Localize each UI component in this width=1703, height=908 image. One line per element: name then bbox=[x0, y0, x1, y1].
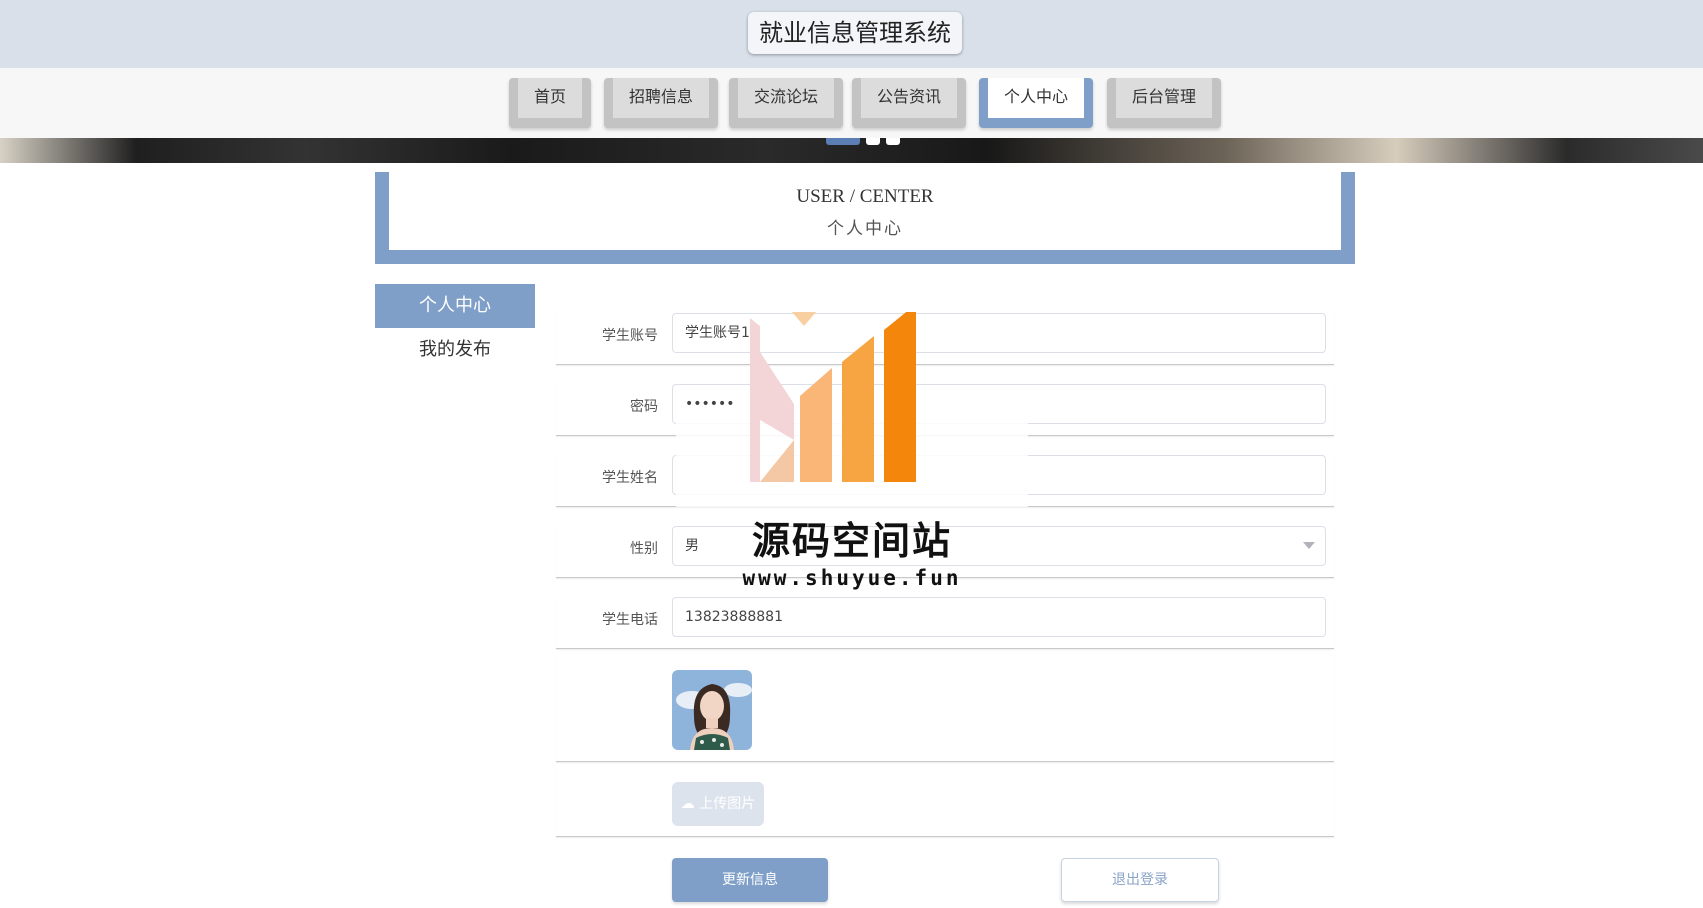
nav-tab-home[interactable]: 首页 bbox=[509, 78, 591, 128]
carousel-indicators bbox=[826, 138, 906, 147]
password-label: 密码 bbox=[630, 399, 658, 415]
section-title-cn: 个人中心 bbox=[827, 219, 903, 239]
chevron-down-icon bbox=[1303, 542, 1315, 549]
cloud-upload-icon: ☁ bbox=[680, 796, 695, 812]
nav-tab-jobs[interactable]: 招聘信息 bbox=[604, 78, 718, 128]
nav-tab-label: 招聘信息 bbox=[613, 78, 709, 118]
account-input[interactable]: 学生账号1 bbox=[672, 313, 1326, 353]
section-title-box: USER / CENTER 个人中心 bbox=[375, 172, 1355, 264]
nav-tab-label: 后台管理 bbox=[1116, 78, 1212, 118]
nav-tab-admin[interactable]: 后台管理 bbox=[1107, 78, 1221, 128]
upload-button[interactable]: ☁ 上传图片 bbox=[672, 782, 764, 826]
name-label: 学生姓名 bbox=[602, 470, 658, 486]
section-title-en: USER / CENTER bbox=[796, 186, 934, 207]
account-label: 学生账号 bbox=[602, 328, 658, 344]
header: 就业信息管理系统 bbox=[0, 0, 1703, 68]
side-menu: 个人中心 我的发布 bbox=[375, 284, 535, 372]
nav-tab-label: 交流论坛 bbox=[738, 78, 834, 118]
nav-tab-label: 个人中心 bbox=[988, 78, 1084, 118]
upload-label: 上传图片 bbox=[699, 796, 756, 812]
logout-button[interactable]: 退出登录 bbox=[1061, 858, 1219, 902]
avatar-photo bbox=[672, 670, 752, 750]
gender-select-value: 男 bbox=[685, 538, 699, 554]
nav-tab-label: 首页 bbox=[518, 78, 582, 118]
site-title: 就业信息管理系统 bbox=[748, 12, 962, 54]
carousel-dot[interactable] bbox=[866, 138, 880, 145]
form-row-upload: ☁ 上传图片 bbox=[556, 770, 1334, 837]
side-item-user-center[interactable]: 个人中心 bbox=[375, 284, 535, 328]
top-nav: 首页 招聘信息 交流论坛 公告资讯 个人中心 后台管理 bbox=[0, 68, 1703, 138]
form-row-account: 学生账号 学生账号1 bbox=[556, 312, 1334, 365]
phone-input[interactable]: 13823888881 bbox=[672, 597, 1326, 637]
nav-tab-news[interactable]: 公告资讯 bbox=[852, 78, 966, 128]
form-row-gender: 性别 男 bbox=[556, 525, 1334, 578]
form-row-name: 学生姓名 bbox=[556, 454, 1334, 507]
name-input[interactable] bbox=[672, 455, 1326, 495]
avatar[interactable] bbox=[672, 670, 752, 750]
nav-tab-label: 公告资讯 bbox=[861, 78, 957, 118]
password-input[interactable]: •••••• bbox=[672, 384, 1326, 424]
carousel-dot-active[interactable] bbox=[826, 138, 860, 145]
form-row-avatar bbox=[556, 656, 1334, 762]
carousel-dot[interactable] bbox=[886, 138, 900, 145]
phone-label: 学生电话 bbox=[602, 612, 658, 628]
form-row-phone: 学生电话 13823888881 bbox=[556, 596, 1334, 649]
form-row-password: 密码 •••••• bbox=[556, 383, 1334, 436]
gender-label: 性别 bbox=[630, 541, 658, 557]
banner-carousel bbox=[0, 138, 1703, 163]
side-item-my-posts[interactable]: 我的发布 bbox=[375, 328, 535, 372]
nav-tab-forum[interactable]: 交流论坛 bbox=[729, 78, 843, 128]
nav-tab-user-center[interactable]: 个人中心 bbox=[979, 78, 1093, 128]
update-button[interactable]: 更新信息 bbox=[672, 858, 828, 902]
gender-select[interactable]: 男 bbox=[672, 526, 1326, 566]
